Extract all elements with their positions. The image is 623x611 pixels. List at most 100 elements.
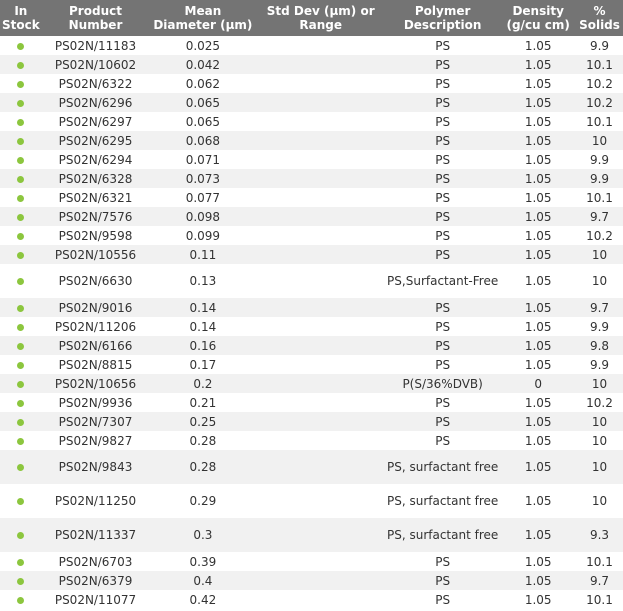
solids-cell: 9.9 — [576, 169, 623, 188]
solids-cell: 10 — [576, 245, 623, 264]
in-stock-dot-icon — [17, 278, 25, 285]
product-number-cell[interactable]: PS02N/6297 — [41, 112, 150, 131]
std-dev-cell — [256, 55, 385, 74]
in-stock-cell — [0, 226, 42, 245]
density-cell: 1.05 — [500, 207, 576, 226]
in-stock-cell — [0, 207, 42, 226]
product-number-cell[interactable]: PS02N/6296 — [41, 93, 150, 112]
table-row: PS02N/7576 0.098 PS 1.05 9.7 — [0, 207, 623, 226]
std-dev-cell — [256, 552, 385, 571]
table-row: PS02N/11250 0.29 PS, surfactant free 1.05 10 — [0, 484, 623, 518]
product-number-cell[interactable]: PS02N/6294 — [41, 150, 150, 169]
product-number-cell[interactable]: PS02N/11077 — [41, 590, 150, 609]
std-dev-cell — [256, 207, 385, 226]
header-density[interactable]: Density (g/cu cm) — [500, 0, 576, 36]
in-stock-dot-icon — [17, 194, 25, 202]
product-number-cell[interactable]: PS02N/6630 — [41, 264, 150, 298]
table-row: PS02N/6295 0.068 PS 1.05 10 — [0, 131, 623, 150]
polymer-description-cell: P(S/36%DVB) — [384, 374, 501, 393]
std-dev-cell — [256, 518, 385, 552]
product-number-cell[interactable]: PS02N/8815 — [41, 355, 150, 374]
in-stock-cell — [0, 355, 42, 374]
product-number-cell[interactable]: PS02N/11183 — [41, 36, 150, 55]
density-cell: 1.05 — [500, 484, 576, 518]
in-stock-dot-icon — [17, 342, 25, 350]
mean-diameter-cell: 0.025 — [149, 36, 257, 55]
table-row: PS02N/6379 0.4 PS 1.05 9.7 — [0, 571, 623, 590]
mean-diameter-cell: 0.28 — [149, 431, 257, 450]
in-stock-cell — [0, 264, 42, 298]
polymer-description-cell: PS — [384, 552, 501, 571]
in-stock-dot-icon — [17, 418, 25, 426]
density-cell: 1.05 — [500, 518, 576, 552]
density-cell: 1.05 — [500, 131, 576, 150]
solids-cell: 10.1 — [576, 112, 623, 131]
header-solids[interactable]: % Solids — [576, 0, 623, 36]
polymer-description-cell: PS — [384, 112, 501, 131]
product-number-cell[interactable]: PS02N/6321 — [41, 188, 150, 207]
product-number-cell[interactable]: PS02N/10656 — [41, 374, 150, 393]
header-polymer-description[interactable]: Polymer Description — [384, 0, 501, 36]
density-cell: 1.05 — [500, 298, 576, 317]
header-in-stock[interactable]: In Stock — [0, 0, 42, 36]
solids-cell: 10 — [576, 431, 623, 450]
in-stock-dot-icon — [17, 437, 25, 445]
in-stock-cell — [0, 393, 42, 412]
std-dev-cell — [256, 298, 385, 317]
product-number-cell[interactable]: PS02N/6322 — [41, 74, 150, 93]
density-cell: 1.05 — [500, 552, 576, 571]
polymer-description-cell: PS — [384, 298, 501, 317]
product-number-cell[interactable]: PS02N/6379 — [41, 571, 150, 590]
in-stock-cell — [0, 112, 42, 131]
header-mean-diameter[interactable]: Mean Diameter (µm) — [149, 0, 257, 36]
table-row: PS02N/11077 0.42 PS 1.05 10.1 — [0, 590, 623, 609]
product-number-cell[interactable]: PS02N/9598 — [41, 226, 150, 245]
product-number-cell[interactable]: PS02N/6328 — [41, 169, 150, 188]
std-dev-cell — [256, 393, 385, 412]
product-number-cell[interactable]: PS02N/11337 — [41, 518, 150, 552]
polymer-description-cell: PS — [384, 590, 501, 609]
header-std-dev[interactable]: Std Dev (µm) or Range — [256, 0, 385, 36]
polymer-description-cell: PS — [384, 245, 501, 264]
product-number-cell[interactable]: PS02N/10556 — [41, 245, 150, 264]
in-stock-dot-icon — [17, 304, 25, 312]
mean-diameter-cell: 0.062 — [149, 74, 257, 93]
product-number-cell[interactable]: PS02N/9936 — [41, 393, 150, 412]
solids-cell: 10.2 — [576, 74, 623, 93]
mean-diameter-cell: 0.073 — [149, 169, 257, 188]
table-row: PS02N/6630 0.13 PS,Surfactant-Free 1.05 10 — [0, 264, 623, 298]
header-product-number[interactable]: Product Number — [41, 0, 150, 36]
polymer-description-cell: PS — [384, 150, 501, 169]
in-stock-dot-icon — [17, 464, 25, 471]
in-stock-cell — [0, 169, 42, 188]
density-cell: 1.05 — [500, 74, 576, 93]
header-row: In Stock Product Number Mean Diameter (µ… — [0, 0, 623, 36]
polymer-description-cell: PS — [384, 55, 501, 74]
product-number-cell[interactable]: PS02N/9827 — [41, 431, 150, 450]
product-number-cell[interactable]: PS02N/6703 — [41, 552, 150, 571]
density-cell: 1.05 — [500, 590, 576, 609]
product-number-cell[interactable]: PS02N/6166 — [41, 336, 150, 355]
in-stock-cell — [0, 571, 42, 590]
mean-diameter-cell: 0.25 — [149, 412, 257, 431]
density-cell: 1.05 — [500, 150, 576, 169]
in-stock-dot-icon — [17, 558, 25, 566]
product-number-cell[interactable]: PS02N/7576 — [41, 207, 150, 226]
in-stock-cell — [0, 336, 42, 355]
solids-cell: 10.2 — [576, 93, 623, 112]
product-number-cell[interactable]: PS02N/6295 — [41, 131, 150, 150]
polymer-description-cell: PS — [384, 188, 501, 207]
product-number-cell[interactable]: PS02N/11250 — [41, 484, 150, 518]
product-number-cell[interactable]: PS02N/9843 — [41, 450, 150, 484]
product-number-cell[interactable]: PS02N/11206 — [41, 317, 150, 336]
product-number-cell[interactable]: PS02N/9016 — [41, 298, 150, 317]
in-stock-dot-icon — [17, 532, 25, 539]
polymer-description-cell: PS — [384, 317, 501, 336]
product-number-cell[interactable]: PS02N/7307 — [41, 412, 150, 431]
solids-cell: 9.9 — [576, 317, 623, 336]
product-number-cell[interactable]: PS02N/10602 — [41, 55, 150, 74]
solids-cell: 9.9 — [576, 150, 623, 169]
density-cell: 1.05 — [500, 355, 576, 374]
in-stock-cell — [0, 317, 42, 336]
polymer-description-cell: PS — [384, 207, 501, 226]
